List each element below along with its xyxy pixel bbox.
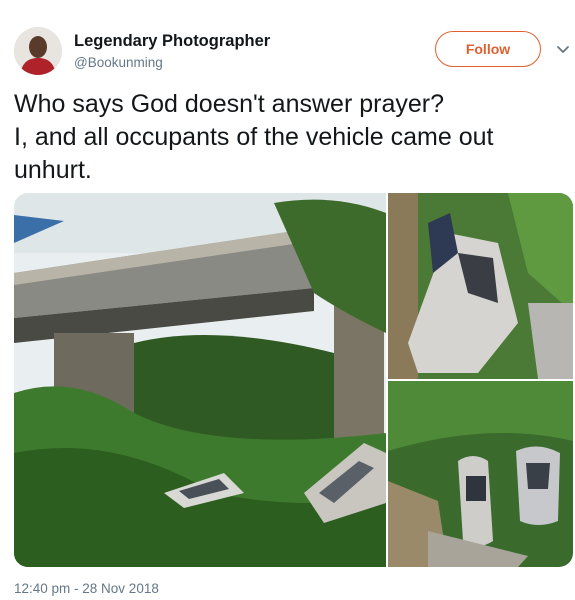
photo-car-upright[interactable] [388,193,573,379]
display-name[interactable]: Legendary Photographer [74,31,270,51]
tweet-line: I, and all occupants of the vehicle came… [14,123,494,151]
follow-button[interactable]: Follow [435,31,541,67]
tweet-line: unhurt. [14,156,92,184]
tweet-text: Who says God doesn't answer prayer? I, a… [14,88,564,187]
tweet-header: Legendary Photographer @Bookunming Follo… [14,27,570,79]
tweet-line: Who says God doesn't answer prayer? [14,90,444,118]
user-info: Legendary Photographer @Bookunming [74,31,270,72]
photo-cars-wreck[interactable] [388,381,573,567]
chevron-down-icon[interactable] [555,41,571,57]
avatar[interactable] [14,27,62,75]
tweet-timestamp[interactable]: 12:40 pm - 28 Nov 2018 [14,581,159,596]
media-grid [14,193,573,567]
user-handle[interactable]: @Bookunming [74,54,270,72]
photo-bridge-crash[interactable] [14,193,386,567]
